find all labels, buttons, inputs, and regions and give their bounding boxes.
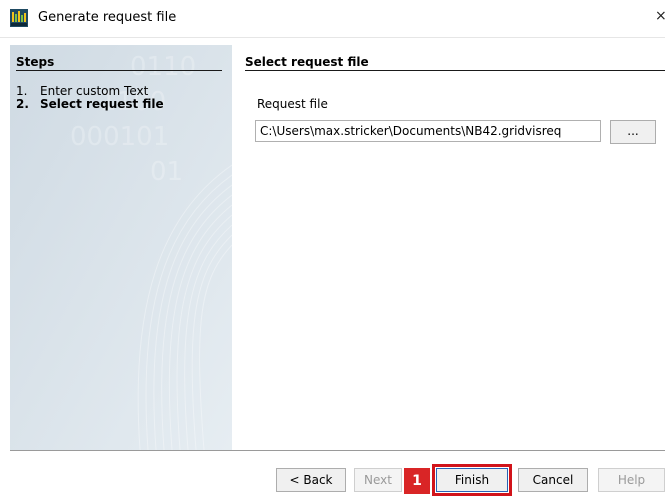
svg-text:000101: 000101	[70, 122, 169, 152]
window-title: Generate request file	[38, 10, 177, 25]
svg-text:01: 01	[150, 157, 183, 187]
steps-heading: Steps	[16, 55, 55, 69]
step-number: 2.	[16, 97, 29, 111]
title-bar: Generate request file ×	[0, 0, 665, 38]
step-marker-badge: 1	[404, 468, 430, 494]
step-number: 1.	[16, 84, 28, 98]
content-divider	[245, 70, 665, 71]
finish-highlight-box	[432, 464, 512, 496]
bottom-separator	[10, 450, 665, 451]
app-icon	[10, 9, 28, 27]
back-button[interactable]: < Back	[276, 468, 346, 492]
steps-divider	[16, 70, 222, 71]
request-file-input[interactable]: C:\Users\max.stricker\Documents\NB42.gri…	[255, 120, 601, 142]
next-button[interactable]: Next	[354, 468, 402, 492]
step-label: Select request file	[40, 97, 164, 111]
svg-text:0110: 0110	[130, 52, 196, 82]
step-item-enter-custom-text: 1. Enter custom Text	[16, 84, 148, 98]
content-heading: Select request file	[245, 55, 369, 69]
request-file-label: Request file	[257, 97, 328, 111]
cancel-button[interactable]: Cancel	[518, 468, 588, 492]
step-item-select-request-file: 2. Select request file	[16, 97, 164, 111]
browse-button[interactable]: ...	[610, 120, 656, 144]
help-button[interactable]: Help	[598, 468, 665, 492]
step-label: Enter custom Text	[40, 84, 149, 98]
close-icon[interactable]: ×	[655, 8, 665, 24]
